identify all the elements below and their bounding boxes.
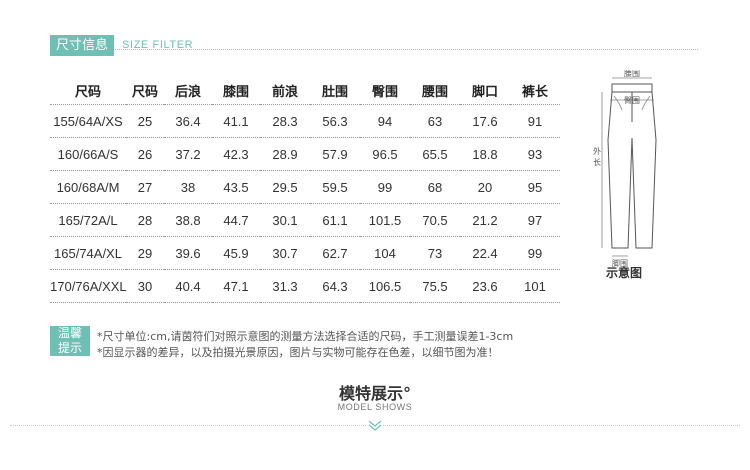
table-cell: 38.8: [164, 203, 212, 237]
table-cell: 18.8: [460, 137, 510, 171]
table-cell: 45.9: [212, 236, 260, 270]
column-header: 裤长: [510, 76, 560, 105]
table-cell: 64.3: [310, 269, 360, 303]
tip-line: *因显示器的差异，以及拍摄光景原因，图片与实物可能存在色差，以细节图为准！: [97, 346, 499, 359]
table-cell: 31.3: [260, 269, 310, 303]
table-cell: 94: [360, 104, 410, 138]
table-cell: 30.1: [260, 203, 310, 237]
column-header: 肚围: [310, 76, 360, 105]
table-cell: 39.6: [164, 236, 212, 270]
table-cell: 57.9: [310, 137, 360, 171]
table-cell: 30.7: [260, 236, 310, 270]
pocket-line: [613, 95, 623, 111]
table-cell: 47.1: [212, 269, 260, 303]
table-cell: 41.1: [212, 104, 260, 138]
tips-badge-line: 温馨: [57, 326, 82, 340]
section-tag: 尺寸信息: [50, 35, 114, 56]
table-cell: 28.3: [260, 104, 310, 138]
table-cell: 68: [410, 170, 460, 204]
table-cell: 106.5: [360, 269, 410, 303]
table-cell: 29.5: [260, 170, 310, 204]
table-cell: 155/64A/XS: [50, 104, 126, 138]
table-cell: 70.5: [410, 203, 460, 237]
column-header: 后浪: [164, 76, 212, 105]
table-header-row: 尺码 尺码 后浪 膝围 前浪 肚围 臀围 腰围 脚口 裤长: [50, 76, 560, 105]
outseam-label-2: 长: [593, 157, 601, 167]
table-cell: 99: [510, 236, 560, 270]
table-cell: 62.7: [310, 236, 360, 270]
column-header: 前浪: [260, 76, 310, 105]
waistband-shape: [611, 83, 653, 93]
table-cell: 43.5: [212, 170, 260, 204]
column-header: 脚口: [460, 76, 510, 105]
table-cell: 44.7: [212, 203, 260, 237]
table-cell: 28.9: [260, 137, 310, 171]
table-cell: 20: [460, 170, 510, 204]
table-cell: 22.4: [460, 236, 510, 270]
table-cell: 160/66A/S: [50, 137, 126, 171]
table-cell: 30: [126, 269, 164, 303]
table-cell: 63: [410, 104, 460, 138]
table-cell: 73: [410, 236, 460, 270]
waist-label: 腰围: [624, 70, 640, 78]
table-cell: 28: [126, 203, 164, 237]
table-cell: 160/68A/M: [50, 170, 126, 204]
tips-badge: 温馨 提示: [50, 326, 90, 356]
column-header: 尺码: [126, 76, 164, 105]
table-row: 170/76A/XXL 30 40.4 47.1 31.3 64.3 106.5…: [50, 269, 560, 303]
tips-badge-line: 提示: [57, 341, 82, 355]
column-header: 尺码: [50, 76, 126, 105]
model-section-title: 模特展示°: [338, 384, 411, 403]
diagram-caption: 示意图: [606, 266, 643, 280]
table-cell: 65.5: [410, 137, 460, 171]
table-cell: 165/72A/L: [50, 203, 126, 237]
column-header: 膝围: [212, 76, 260, 105]
section-subtitle: SIZE FILTER: [122, 39, 194, 51]
table-cell: 93: [510, 137, 560, 171]
table-cell: 17.6: [460, 104, 510, 138]
pants-diagram: 腰围 臀围 外 长 脚围: [593, 70, 657, 268]
table-cell: 101: [510, 269, 560, 303]
table-row: 165/74A/XL 29 39.6 45.9 30.7 62.7 104 73…: [50, 236, 560, 270]
table-cell: 99: [360, 170, 410, 204]
table-row: 155/64A/XS 25 36.4 41.1 28.3 56.3 94 63 …: [50, 104, 560, 138]
pocket-line: [641, 95, 651, 111]
chevron-down-icon: [367, 419, 383, 433]
table-cell: 38: [164, 170, 212, 204]
table-cell: 101.5: [360, 203, 410, 237]
table-cell: 170/76A/XXL: [50, 269, 127, 303]
table-cell: 26: [126, 137, 164, 171]
table-cell: 23.6: [460, 269, 510, 303]
table-cell: 61.1: [310, 203, 360, 237]
tip-line: *尺寸单位:cm,请茵符们对照示意图的测量方法选择合适的尺码，手工测量误差1-3…: [97, 330, 514, 343]
table-cell: 42.3: [212, 137, 260, 171]
table-row: 160/66A/S 26 37.2 42.3 28.9 57.9 96.5 65…: [50, 137, 560, 171]
table-cell: 59.5: [310, 170, 360, 204]
table-cell: 165/74A/XL: [50, 236, 126, 270]
table-row: 160/68A/M 27 38 43.5 29.5 59.5 99 68 20 …: [50, 170, 560, 204]
table-cell: 56.3: [310, 104, 360, 138]
table-cell: 29: [126, 236, 164, 270]
table-cell: 37.2: [164, 137, 212, 171]
table-cell: 97: [510, 203, 560, 237]
table-cell: 21.2: [460, 203, 510, 237]
table-cell: 25: [126, 104, 164, 138]
table-cell: 36.4: [164, 104, 212, 138]
table-cell: 95: [510, 170, 560, 204]
model-section-subtitle: MODEL SHOWS: [337, 402, 413, 412]
table-row: 165/72A/L 28 38.8 44.7 30.1 61.1 101.5 7…: [50, 203, 560, 237]
size-table: 尺码 尺码 后浪 膝围 前浪 肚围 臀围 腰围 脚口 裤长 155/64A/XS…: [50, 76, 560, 303]
hip-label: 臀围: [624, 96, 640, 105]
column-header: 臀围: [360, 76, 410, 105]
table-cell: 40.4: [164, 269, 212, 303]
table-cell: 91: [510, 104, 560, 138]
table-cell: 104: [360, 236, 410, 270]
table-cell: 27: [126, 170, 164, 204]
table-cell: 75.5: [410, 269, 460, 303]
outseam-label-1: 外: [593, 146, 601, 156]
table-cell: 96.5: [360, 137, 410, 171]
column-header: 腰围: [410, 76, 460, 105]
